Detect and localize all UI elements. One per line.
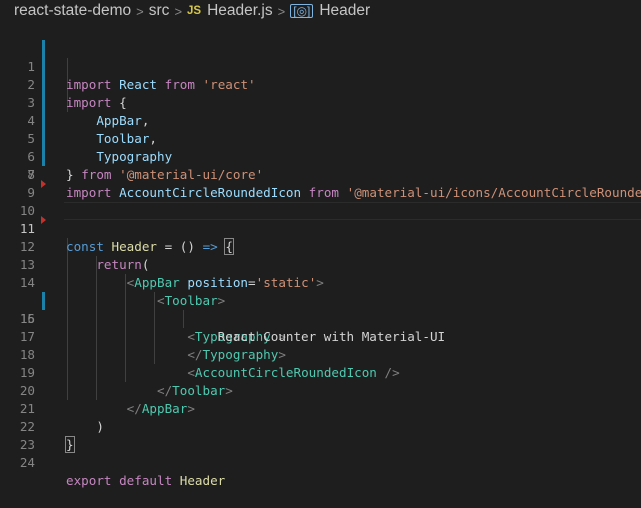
symbol-class-icon: [◎] xyxy=(290,4,314,18)
code-line: 8 import AccountCircleRoundedIcon from '… xyxy=(0,148,641,200)
code-line: 19 </Toolbar> xyxy=(0,346,641,398)
code-line: 6 } from '@material-ui/core' xyxy=(0,112,641,182)
code-line: 15 <Typography > xyxy=(0,274,641,344)
breadcrumb-item-project[interactable]: react-state-demo xyxy=(14,2,131,20)
code-line: 11 const Header = () => { xyxy=(0,202,641,255)
js-file-icon: JS xyxy=(187,5,202,17)
chevron-right-icon: > xyxy=(174,3,183,19)
breadcrumb-item-symbol[interactable]: Header xyxy=(319,2,370,20)
code-line: 5 Typography xyxy=(0,94,641,164)
code-token: Header xyxy=(179,473,226,488)
breadcrumb: react-state-demo > src > JS Header.js > … xyxy=(0,0,641,22)
code-line: 21 ) xyxy=(0,382,641,434)
line-number: 24 xyxy=(19,455,35,470)
code-line: 4 Toolbar, xyxy=(0,76,641,146)
code-line: 2 import { xyxy=(0,40,641,110)
code-line: 9 xyxy=(0,166,641,200)
chevron-right-icon: > xyxy=(136,3,144,19)
chevron-right-icon: > xyxy=(277,3,286,19)
code-line: 17 </Typography> xyxy=(0,310,641,362)
code-token: default xyxy=(119,473,173,488)
code-line: 12 return( xyxy=(0,220,641,272)
code-line: 18 <AccountCircleRoundedIcon /> xyxy=(0,328,641,380)
code-line: 23 xyxy=(0,418,641,452)
code-token: export xyxy=(66,473,112,488)
code-line: 16 React Counter with Material-UI xyxy=(0,292,641,344)
breadcrumb-item-file[interactable]: Header.js xyxy=(207,2,272,20)
code-line: 1 import React from 'react' xyxy=(0,22,641,92)
breadcrumb-item-folder[interactable]: src xyxy=(149,2,170,20)
code-line: 13 <AppBar position='static'> xyxy=(0,238,641,290)
code-line: 10 xyxy=(0,184,641,218)
code-line: 3 AppBar, xyxy=(0,58,641,128)
code-line: 22 } xyxy=(0,400,641,453)
code-editor[interactable]: 1 import React from 'react' 2 import { 3… xyxy=(0,22,641,488)
code-line: 7 xyxy=(0,130,641,182)
code-line: 14 <Toolbar> xyxy=(0,256,641,308)
code-line: 24 export default Header xyxy=(0,436,641,488)
code-line: 20 </AppBar> xyxy=(0,364,641,416)
